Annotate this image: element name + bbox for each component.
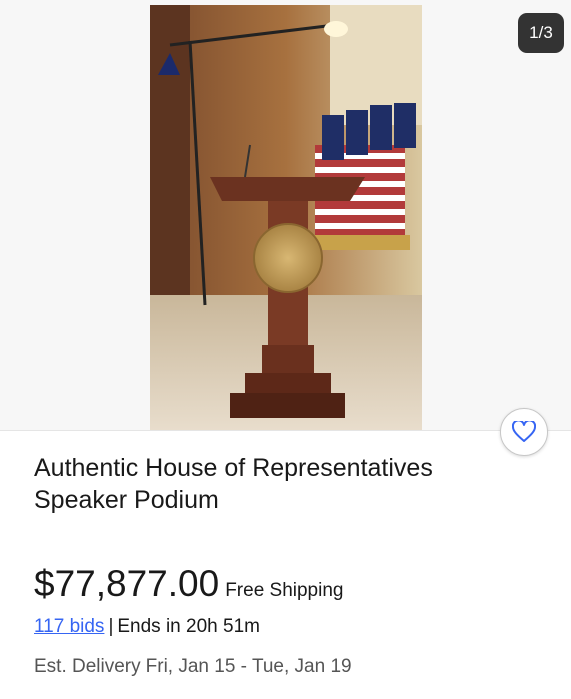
listing-title: Authentic House of Representatives Speak… bbox=[34, 452, 544, 516]
heart-icon bbox=[512, 421, 536, 442]
podium-photo bbox=[150, 5, 422, 430]
price-row: $77,877.00 Free Shipping bbox=[34, 562, 343, 606]
bids-link[interactable]: 117 bids bbox=[34, 616, 104, 637]
listing-title-line1: Authentic House of Representatives bbox=[34, 454, 433, 482]
listing-photo[interactable] bbox=[150, 5, 422, 430]
bids-row: 117 bids | Ends in 20h 51m bbox=[34, 616, 260, 638]
ends-in: Ends in 20h 51m bbox=[117, 616, 260, 637]
image-counter: 1/3 bbox=[518, 13, 564, 53]
price: $77,877.00 bbox=[34, 563, 220, 604]
delivery-range: Fri, Jan 15 - Tue, Jan 19 bbox=[145, 656, 352, 677]
shipping-label: Free Shipping bbox=[225, 580, 344, 601]
separator: | bbox=[108, 616, 114, 637]
delivery-label: Est. Delivery bbox=[34, 656, 141, 677]
image-gallery[interactable]: 1/3 bbox=[0, 0, 571, 430]
listing-title-line2: Speaker Podium bbox=[34, 486, 219, 514]
watch-button[interactable] bbox=[500, 408, 548, 456]
divider bbox=[0, 430, 571, 431]
estimated-delivery: Est. Delivery Fri, Jan 15 - Tue, Jan 19 bbox=[34, 656, 352, 678]
